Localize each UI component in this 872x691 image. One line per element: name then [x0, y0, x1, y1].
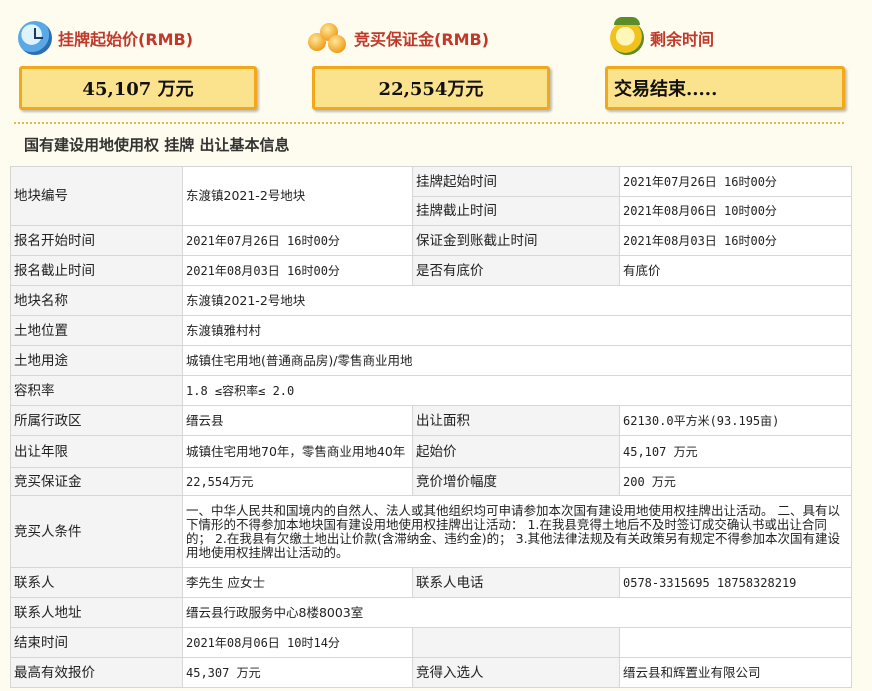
table-row: 出让年限 城镇住宅用地70年，零售商业用地40年 起始价 45,107 万元 [10, 435, 852, 468]
table-row: 容积率 1.8 ≤容积率≤ 2.0 [10, 375, 852, 406]
list-start-value: 2021年07月26日 16时00分 [619, 166, 852, 197]
alarm-clock-icon [610, 17, 644, 55]
phone-key: 联系人电话 [412, 567, 620, 598]
start-price-label: 挂牌起始价(RMB) [58, 30, 194, 49]
location-key: 土地位置 [10, 315, 183, 346]
bid-deposit-key: 竞买保证金 [10, 467, 183, 496]
table-row: 竞买人条件 一、中华人民共和国境内的自然人、法人或其他组织均可申请参加本次国有建… [10, 495, 852, 568]
reg-start-value: 2021年07月26日 16时00分 [182, 225, 413, 256]
remaining-box: 交易结束..... [605, 66, 845, 110]
contact-value: 李先生 应女士 [182, 567, 413, 598]
term-key: 出让年限 [10, 435, 183, 468]
term-value: 城镇住宅用地70年，零售商业用地40年 [182, 435, 413, 468]
clock-icon [18, 21, 52, 55]
end-time-value: 2021年08月06日 10时14分 [182, 627, 413, 658]
table-row: 报名截止时间 2021年08月03日 16时00分 是否有底价 有底价 [10, 255, 852, 286]
section-title: 国有建设用地使用权 挂牌 出让基本信息 [24, 136, 290, 154]
location-value: 东渡镇雅村村 [182, 315, 852, 346]
reserve-key: 是否有底价 [412, 255, 620, 286]
area-key: 出让面积 [412, 405, 620, 436]
deposit-deadline-key: 保证金到账截止时间 [412, 225, 620, 256]
divider [14, 122, 844, 124]
area-value: 62130.0平方米(93.195亩) [619, 405, 852, 436]
deposit-header: 竞买保证金(RMB) [308, 18, 489, 58]
top-bid-value: 45,307 万元 [182, 657, 413, 688]
bid-deposit-value: 22,554万元 [182, 467, 413, 496]
table-row: 结束时间 2021年08月06日 10时14分 [10, 627, 852, 658]
deposit-box: 22,554万元 [312, 66, 550, 110]
plot-name-key: 地块名称 [10, 285, 183, 316]
increment-key: 竞价增价幅度 [412, 467, 620, 496]
start-price-value: 45,107 万元 [619, 435, 852, 468]
reg-end-key: 报名截止时间 [10, 255, 183, 286]
increment-value: 200 万元 [619, 467, 852, 496]
land-info-table: 地块编号 东渡镇2021-2号地块 挂牌起始时间 2021年07月26日 16时… [10, 166, 852, 688]
plot-no-value: 东渡镇2021-2号地块 [182, 166, 413, 226]
start-price-box: 45,107 万元 [19, 66, 257, 110]
table-row: 报名开始时间 2021年07月26日 16时00分 保证金到账截止时间 2021… [10, 225, 852, 256]
list-end-value: 2021年08月06日 10时00分 [619, 196, 852, 226]
address-key: 联系人地址 [10, 597, 183, 628]
table-row: 地块名称 东渡镇2021-2号地块 [10, 285, 852, 316]
winner-value: 缙云县和辉置业有限公司 [619, 657, 852, 688]
list-end-key: 挂牌截止时间 [412, 196, 620, 226]
table-row: 最高有效报价 45,307 万元 竞得入选人 缙云县和辉置业有限公司 [10, 657, 852, 688]
table-row: 地块编号 东渡镇2021-2号地块 挂牌起始时间 2021年07月26日 16时… [10, 166, 852, 226]
district-value: 缙云县 [182, 405, 413, 436]
winner-key: 竞得入选人 [412, 657, 620, 688]
plot-no-key: 地块编号 [10, 166, 183, 226]
reg-start-key: 报名开始时间 [10, 225, 183, 256]
usage-value: 城镇住宅用地(普通商品房)/零售商业用地 [182, 345, 852, 376]
list-start-key: 挂牌起始时间 [412, 166, 620, 197]
table-row: 联系人地址 缙云县行政服务中心8楼8003室 [10, 597, 852, 628]
far-key: 容积率 [10, 375, 183, 406]
reserve-value: 有底价 [619, 255, 852, 286]
reg-end-value: 2021年08月03日 16时00分 [182, 255, 413, 286]
usage-key: 土地用途 [10, 345, 183, 376]
start-price-key: 起始价 [412, 435, 620, 468]
table-row: 联系人 李先生 应女士 联系人电话 0578-3315695 187583282… [10, 567, 852, 598]
coins-icon [308, 21, 348, 55]
conditions-key: 竞买人条件 [10, 495, 183, 568]
district-key: 所属行政区 [10, 405, 183, 436]
start-price-header: 挂牌起始价(RMB) [18, 18, 193, 58]
end-time-key: 结束时间 [10, 627, 183, 658]
deposit-deadline-value: 2021年08月03日 16时00分 [619, 225, 852, 256]
far-value: 1.8 ≤容积率≤ 2.0 [182, 375, 852, 406]
deposit-label: 竞买保证金(RMB) [354, 30, 490, 49]
remaining-label: 剩余时间 [650, 30, 715, 49]
contact-key: 联系人 [10, 567, 183, 598]
remaining-header: 剩余时间 [610, 17, 715, 58]
empty-key [412, 627, 620, 658]
table-row: 所属行政区 缙云县 出让面积 62130.0平方米(93.195亩) [10, 405, 852, 436]
address-value: 缙云县行政服务中心8楼8003室 [182, 597, 852, 628]
phone-value: 0578-3315695 18758328219 [619, 567, 852, 598]
plot-name-value: 东渡镇2021-2号地块 [182, 285, 852, 316]
table-row: 土地用途 城镇住宅用地(普通商品房)/零售商业用地 [10, 345, 852, 376]
conditions-value: 一、中华人民共和国境内的自然人、法人或其他组织均可申请参加本次国有建设用地使用权… [182, 495, 852, 568]
summary-panel: 挂牌起始价(RMB) 竞买保证金(RMB) 剩余时间 45,107 万元 22,… [0, 0, 872, 130]
table-row: 竞买保证金 22,554万元 竞价增价幅度 200 万元 [10, 467, 852, 496]
empty-value [619, 627, 852, 658]
top-bid-key: 最高有效报价 [10, 657, 183, 688]
table-row: 土地位置 东渡镇雅村村 [10, 315, 852, 346]
